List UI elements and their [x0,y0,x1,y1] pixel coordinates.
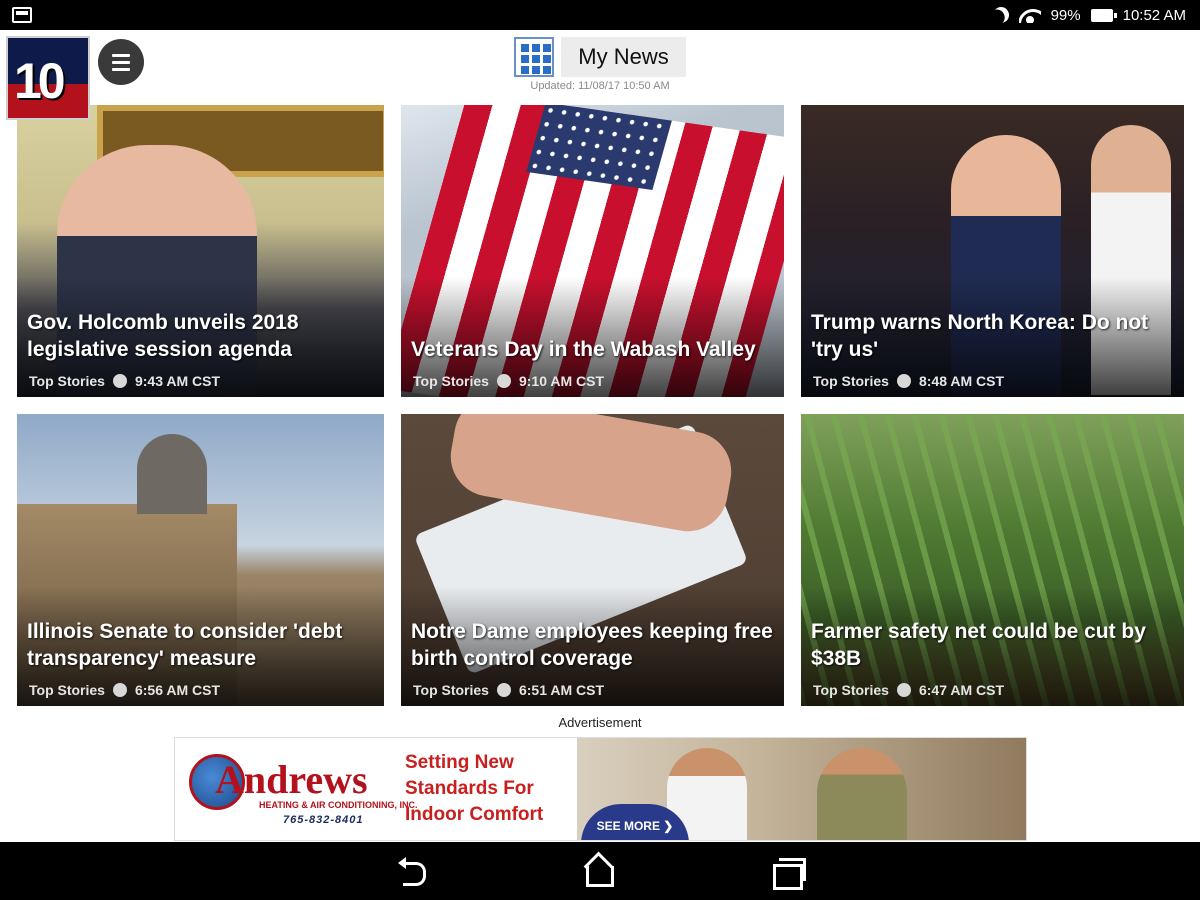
story-time: 9:43 AM CST [134,373,221,389]
story-meta: Top Stories 9:43 AM CST [29,373,220,389]
page-title[interactable]: My News [561,37,686,77]
clock-icon [896,683,911,697]
story-headline: Gov. Holcomb unveils 2018 legislative se… [27,311,299,361]
story-meta: Top Stories 6:56 AM CST [29,682,220,698]
ad-brand-panel: Andrews HEATING & AIR CONDITIONING, INC.… [175,738,595,840]
story-category: Top Stories [413,373,489,389]
story-card[interactable]: Illinois Senate to consider 'debt transp… [17,414,384,706]
system-nav-bar [0,842,1200,900]
wifi-icon [1019,7,1041,23]
clock-icon [112,374,127,388]
story-card[interactable]: Farmer safety net could be cut by $38B T… [801,414,1184,706]
story-category: Top Stories [813,373,889,389]
do-not-disturb-moon-icon [990,4,1012,26]
logo-text: 10 [14,53,66,109]
station-logo[interactable]: 10 [6,36,90,120]
ad-brand-sub: HEATING & AIR CONDITIONING, INC. [259,800,418,810]
story-headline: Trump warns North Korea: Do not 'try us' [811,311,1149,361]
screenshot-icon [12,7,32,23]
ad-brand: Andrews [215,757,368,802]
updated-timestamp: Updated: 11/08/17 10:50 AM [530,80,670,92]
story-headline: Notre Dame employees keeping free birth … [411,620,773,670]
clock-icon [496,683,511,697]
story-card[interactable]: Gov. Holcomb unveils 2018 legislative se… [17,105,384,397]
story-meta: Top Stories 6:51 AM CST [413,682,604,698]
back-icon[interactable] [395,856,429,886]
story-time: 6:56 AM CST [134,682,221,698]
story-meta: Top Stories 8:48 AM CST [813,373,1004,389]
status-bar: 99% 10:52 AM [0,0,1200,30]
story-category: Top Stories [813,682,889,698]
story-category: Top Stories [29,373,105,389]
battery-percent: 99% [1050,6,1081,24]
story-card[interactable]: Veterans Day in the Wabash Valley Top St… [401,105,784,397]
story-headline: Illinois Senate to consider 'debt transp… [27,620,343,670]
story-card[interactable]: Notre Dame employees keeping free birth … [401,414,784,706]
app-header: 10 My News Updated: 11/08/17 10:50 AM [0,30,1200,120]
menu-icon-bar [112,53,130,57]
clock: 10:52 AM [1122,6,1186,24]
clock-icon [112,683,127,697]
grid-view-icon[interactable] [514,37,554,77]
menu-icon-bar [112,60,130,64]
story-time: 6:47 AM CST [918,682,1005,698]
ad-phone: 765-832-8401 [283,814,364,826]
story-time: 9:10 AM CST [518,373,605,389]
story-time: 8:48 AM CST [918,373,1005,389]
clock-icon [496,374,511,388]
ad-tagline: Setting New Standards For Indoor Comfort [405,752,544,825]
story-meta: Top Stories 6:47 AM CST [813,682,1004,698]
story-time: 6:51 AM CST [518,682,605,698]
story-card[interactable]: Trump warns North Korea: Do not 'try us'… [801,105,1184,397]
story-meta: Top Stories 9:10 AM CST [413,373,604,389]
story-headline: Veterans Day in the Wabash Valley [411,338,756,361]
home-icon[interactable] [582,854,618,888]
advertisement-label: Advertisement [558,715,642,730]
story-category: Top Stories [29,682,105,698]
recent-apps-icon[interactable] [773,858,806,890]
status-right: 99% 10:52 AM [993,0,1186,30]
story-headline: Farmer safety net could be cut by $38B [811,620,1146,670]
battery-icon [1090,8,1117,22]
menu-icon-bar [112,67,130,71]
clock-icon [896,374,911,388]
story-category: Top Stories [413,682,489,698]
advertisement-banner[interactable]: Andrews HEATING & AIR CONDITIONING, INC.… [174,737,1027,841]
menu-button[interactable] [98,39,144,85]
